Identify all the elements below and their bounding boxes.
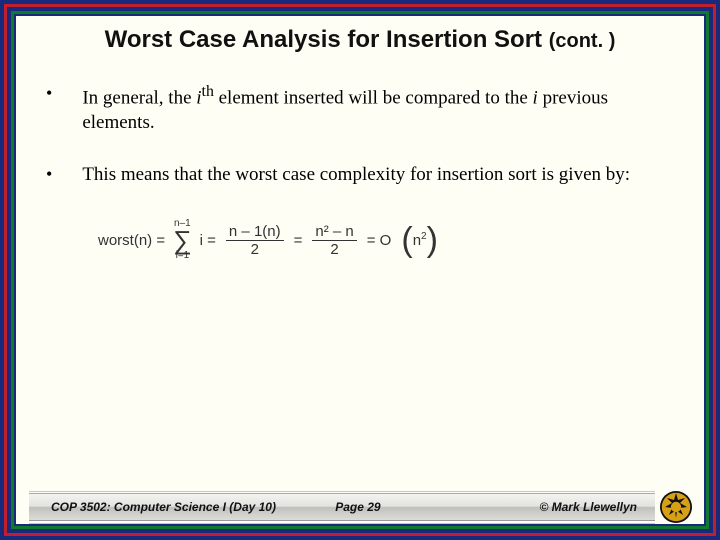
footer: COP 3502: Computer Science I (Day 10) Pa… — [13, 487, 707, 527]
text-fragment: element inserted will be compared to the — [214, 87, 533, 108]
sigma-lower: i=1 — [176, 251, 190, 261]
big-o: ( n2 ) — [401, 225, 438, 255]
denominator: 2 — [327, 241, 341, 257]
fraction: n² – n 2 — [312, 224, 356, 257]
numerator: n – 1(n) — [226, 224, 284, 240]
equals-bigO: = O — [367, 232, 392, 249]
bullet-text: This means that the worst case complexit… — [82, 163, 664, 187]
bullet-list: • In general, the ith element inserted w… — [16, 60, 704, 215]
sigma-icon: n–1 ∑ i=1 — [173, 219, 192, 261]
denominator: 2 — [248, 241, 262, 257]
paren-left: ( — [401, 225, 412, 255]
numerator: n² – n — [312, 224, 356, 240]
paren-right: ) — [427, 225, 438, 255]
equals: = — [294, 232, 303, 249]
footer-course: COP 3502: Computer Science I (Day 10) — [29, 500, 276, 514]
text-fragment: In general, the — [82, 87, 196, 108]
bullet-marker: • — [46, 82, 52, 135]
var-n: n — [413, 232, 421, 249]
footer-copyright: © Mark Llewellyn — [539, 500, 655, 514]
sum-variable: i = — [200, 232, 216, 249]
ordinal-th: th — [202, 83, 214, 100]
slide: Worst Case Analysis for Insertion Sort (… — [0, 0, 720, 540]
sigma-symbol: ∑ — [173, 229, 192, 251]
n-squared: n2 — [413, 231, 427, 249]
formula: worst(n) = n–1 ∑ i=1 i = n – 1(n) 2 = n²… — [16, 219, 704, 261]
footer-rule — [29, 523, 655, 524]
slide-title: Worst Case Analysis for Insertion Sort (… — [16, 16, 704, 60]
bullet-item: • This means that the worst case complex… — [46, 163, 664, 187]
formula-lhs: worst(n) = — [98, 232, 165, 249]
footer-rule — [29, 491, 655, 492]
title-main: Worst Case Analysis for Insertion Sort — [105, 26, 542, 53]
bullet-item: • In general, the ith element inserted w… — [46, 82, 664, 135]
bullet-marker: • — [46, 163, 52, 187]
title-cont: (cont. ) — [549, 30, 616, 52]
bullet-text: In general, the ith element inserted wil… — [82, 82, 664, 135]
slide-content: Worst Case Analysis for Insertion Sort (… — [16, 16, 704, 524]
footer-bar: COP 3502: Computer Science I (Day 10) Pa… — [29, 493, 655, 521]
ucf-logo-icon — [659, 490, 693, 524]
fraction: n – 1(n) 2 — [226, 224, 284, 257]
footer-page: Page 29 — [335, 500, 380, 514]
